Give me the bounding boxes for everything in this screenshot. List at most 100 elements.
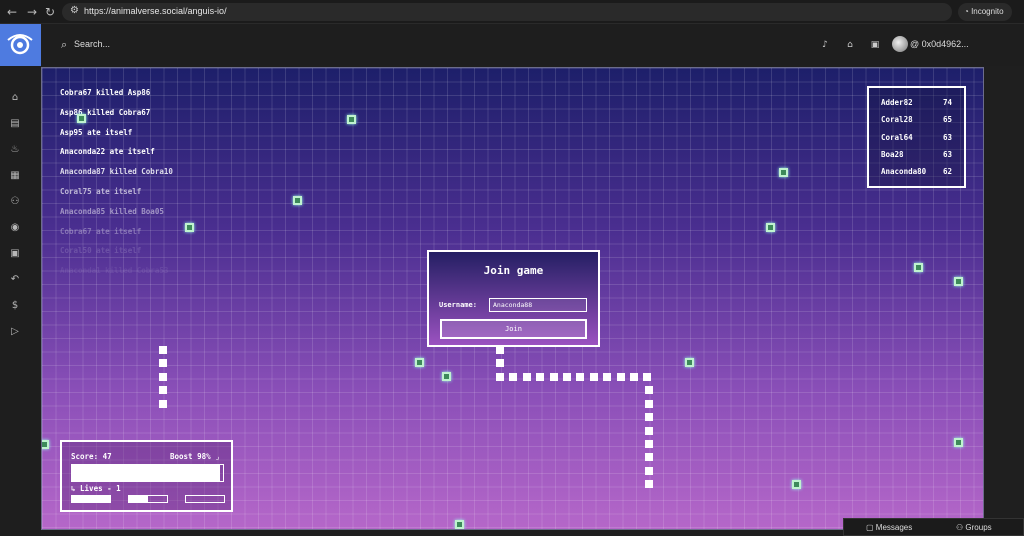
groups-tab[interactable]: ⚇ Groups (956, 523, 992, 532)
coin-icon[interactable]: $ (8, 299, 22, 313)
snake-segment (549, 373, 558, 381)
leaderboard-row: Coral28 65 (881, 115, 961, 127)
groups-label: Groups (965, 523, 992, 532)
snake-segment (645, 440, 653, 448)
snake-segment (563, 373, 571, 381)
food-pellet (293, 196, 302, 205)
snake-segment (630, 373, 638, 381)
food-pellet (766, 223, 775, 232)
document-icon[interactable]: ▤ (8, 117, 22, 131)
kill-feed-item: Anaconda22 ate itself (60, 147, 155, 157)
avatar[interactable] (892, 36, 908, 52)
food-pellet (685, 358, 694, 367)
kill-feed-item: Anaconda87 killed Cobra10 (60, 167, 173, 177)
kill-feed-item: Asp95 ate itself (60, 127, 133, 137)
forward-icon[interactable]: → (24, 4, 40, 20)
life-slot (128, 495, 168, 503)
game-canvas[interactable]: Cobra67 killed Asp86 Asp86 killed Cobra67… (41, 67, 984, 530)
lives-label: ↳ Lives - 1 (71, 484, 121, 493)
snake-segment (645, 426, 653, 435)
kill-feed-item: Anaconda1 killed Cobra53 (60, 266, 169, 276)
messages-icon: ▢ (866, 523, 876, 532)
reload-icon[interactable]: ↻ (42, 4, 58, 20)
food-pellet (185, 223, 194, 232)
incognito-label: Incognito (971, 7, 1004, 16)
leaderboard-score: 63 (943, 149, 953, 159)
snake-segment (576, 373, 585, 381)
site-info-icon[interactable]: ⚙ (70, 5, 79, 16)
leaderboard-name: Adder82 (881, 98, 913, 107)
kill-feed-item: Coral50 ate itself (60, 246, 142, 256)
chat-bar: ▢ Messages ⚇ Groups (843, 518, 1024, 536)
leaderboard-name: Boa28 (881, 149, 904, 159)
snake-segment (645, 466, 653, 475)
food-pellet (954, 277, 963, 286)
incognito-badge[interactable]: ◔ Incognito (958, 3, 1012, 21)
kill-feed-item: Coral75 ate itself (60, 187, 142, 196)
snake-segment (645, 480, 653, 489)
incognito-icon: ◔ (964, 7, 972, 16)
life-slot (71, 495, 111, 503)
leaderboard-row: Boa28 63 (881, 150, 961, 162)
fire-icon[interactable]: ♨ (8, 143, 22, 157)
search-icon[interactable]: ⌕ (61, 38, 67, 52)
snake-segment (603, 373, 612, 381)
join-game-dialog: Join game Username: Join (427, 250, 600, 347)
gift-icon[interactable]: ▣ (8, 247, 22, 261)
snake-segment (645, 413, 653, 422)
snake-segment (643, 373, 652, 381)
username-label: Username: (439, 301, 477, 309)
food-pellet (415, 358, 424, 367)
username-input[interactable] (489, 298, 587, 312)
leaderboard-name: Anaconda80 (881, 167, 927, 177)
search-input[interactable]: Search... (74, 39, 110, 49)
snake-segment (509, 373, 518, 381)
food-pellet (954, 438, 963, 447)
food-pellet (77, 114, 86, 123)
leaderboard: Adder82 74 Coral28 65 Coral64 63 Boa28 63 Anacon… (867, 86, 966, 188)
app-header: ⌕ Search... ♪ ⌂ ▣ @ 0x0d4962... (41, 24, 1024, 66)
food-pellet (792, 480, 801, 489)
boost-fill (72, 465, 220, 481)
back-icon[interactable]: ← (4, 4, 20, 20)
leaderboard-row: Adder82 74 (881, 98, 961, 110)
kill-feed-item: Anaconda85 killed Boa05 (60, 206, 164, 216)
life-slot (185, 495, 225, 503)
wallet-address[interactable]: @ 0x0d4962... (910, 39, 969, 49)
kill-feed-item: Cobra67 ate itself (60, 226, 142, 236)
messages-tab[interactable]: ▢ Messages (866, 523, 912, 532)
snake-segment (645, 399, 653, 408)
leaderboard-name: Coral64 (881, 132, 913, 142)
snake-segment (496, 346, 504, 354)
snake-segment (159, 372, 167, 381)
store-icon[interactable]: ⌂ (843, 38, 857, 52)
food-pellet (914, 263, 923, 272)
snake-segment (645, 453, 653, 462)
food-pellet (442, 372, 451, 381)
home-icon[interactable]: ⌂ (8, 91, 22, 105)
player-hud: Score: 47 Boost 98% ⌟ ↳ Lives - 1 (60, 440, 233, 512)
bag-icon[interactable]: ▣ (868, 38, 882, 52)
groups-icon: ⚇ (956, 523, 966, 532)
snake-segment (159, 399, 167, 408)
address-bar[interactable]: ⚙ https://animalverse.social/anguis-io/ (62, 3, 952, 21)
bell-icon[interactable]: ♪ (818, 38, 832, 52)
kill-feed-item: Asp86 killed Cobra67 (60, 107, 151, 117)
arrow-icon[interactable]: ↶ (8, 273, 22, 287)
snake-segment (522, 373, 531, 381)
shop-icon[interactable]: ▦ (8, 169, 22, 183)
leaderboard-row: Anaconda80 62 (881, 167, 961, 179)
snake-segment (159, 346, 167, 354)
boost-label: Boost 98% ⌟ (170, 452, 220, 461)
food-pellet (779, 168, 788, 177)
leaderboard-score: 65 (943, 115, 953, 125)
gamepad-icon[interactable]: ◉ (8, 221, 22, 235)
play-icon[interactable]: ▷ (8, 325, 22, 339)
snake-segment (496, 373, 504, 381)
snake-segment (589, 373, 598, 381)
users-icon[interactable]: ⚇ (8, 195, 22, 209)
join-button[interactable]: Join (440, 319, 587, 339)
browser-toolbar: ← → ↻ ⚙ https://animalverse.social/angui… (0, 0, 1024, 24)
app-logo[interactable] (0, 24, 41, 66)
leaderboard-name: Coral28 (881, 115, 913, 125)
